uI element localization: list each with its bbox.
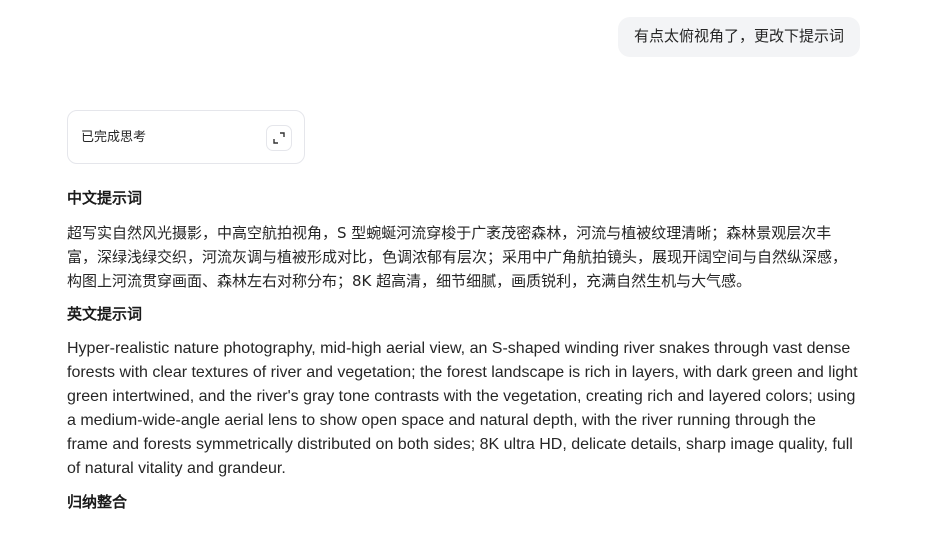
chat-page: 有点太俯视角了，更改下提示词 已完成思考 中文提示词 超写实自然风光摄影，中高空… <box>0 0 944 546</box>
user-message-bubble: 有点太俯视角了，更改下提示词 <box>617 17 860 57</box>
chinese-prompt-heading: 中文提示词 <box>67 189 143 207</box>
user-message-text: 有点太俯视角了，更改下提示词 <box>633 27 844 45</box>
summary-heading: 归纳整合 <box>67 493 128 511</box>
chinese-prompt-text: 超写实自然风光摄影，中高空航拍视角，S 型蜿蜒河流穿梭于广袤茂密森林，河流与植被… <box>67 224 848 290</box>
expand-icon <box>273 129 285 148</box>
thinking-status-label: 已完成思考 <box>81 130 147 145</box>
english-prompt-heading: 英文提示词 <box>67 305 143 323</box>
assistant-response: 中文提示词 超写实自然风光摄影，中高空航拍视角，S 型蜿蜒河流穿梭于广袤茂密森林… <box>67 187 861 513</box>
expand-thinking-button[interactable] <box>266 125 292 151</box>
thinking-panel[interactable]: 已完成思考 <box>67 110 305 164</box>
english-prompt-text: Hyper-realistic nature photography, mid-… <box>67 340 858 477</box>
